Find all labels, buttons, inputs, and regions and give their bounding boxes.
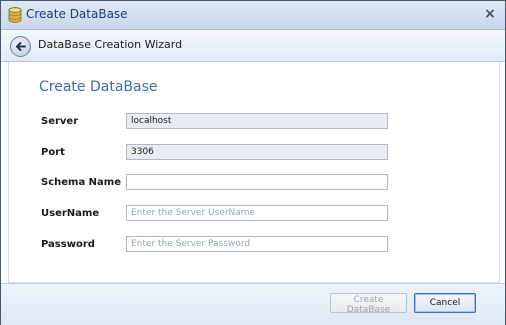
schema-name-input[interactable]: [126, 174, 388, 190]
schema-name-label: Schema Name: [41, 177, 121, 188]
title-bar: Create DataBase ×: [1, 1, 505, 30]
port-label: Port: [41, 147, 65, 158]
window-title: Create DataBase: [26, 7, 128, 21]
form-panel: Create DataBase Server Port Schema Name …: [8, 62, 500, 283]
username-input[interactable]: [126, 205, 388, 221]
wizard-header: DataBase Creation Wizard: [1, 30, 505, 62]
create-database-button[interactable]: Create DataBase: [330, 293, 407, 315]
back-arrow-icon: [16, 42, 26, 51]
username-label: UserName: [41, 208, 100, 219]
cancel-button[interactable]: Cancel: [414, 293, 476, 313]
section-title: Create DataBase: [39, 79, 158, 95]
password-label: Password: [41, 239, 95, 250]
password-input[interactable]: [126, 236, 388, 252]
wizard-title: DataBase Creation Wizard: [38, 38, 183, 51]
server-input[interactable]: [126, 113, 388, 129]
close-icon[interactable]: ×: [483, 6, 497, 22]
back-button[interactable]: [10, 36, 31, 57]
dialog-window: Create DataBase × DataBase Creation Wiza…: [0, 0, 506, 325]
dialog-footer: Create DataBase Cancel: [1, 283, 505, 325]
server-label: Server: [41, 116, 79, 127]
port-input[interactable]: [126, 144, 388, 160]
database-icon: [8, 7, 22, 23]
